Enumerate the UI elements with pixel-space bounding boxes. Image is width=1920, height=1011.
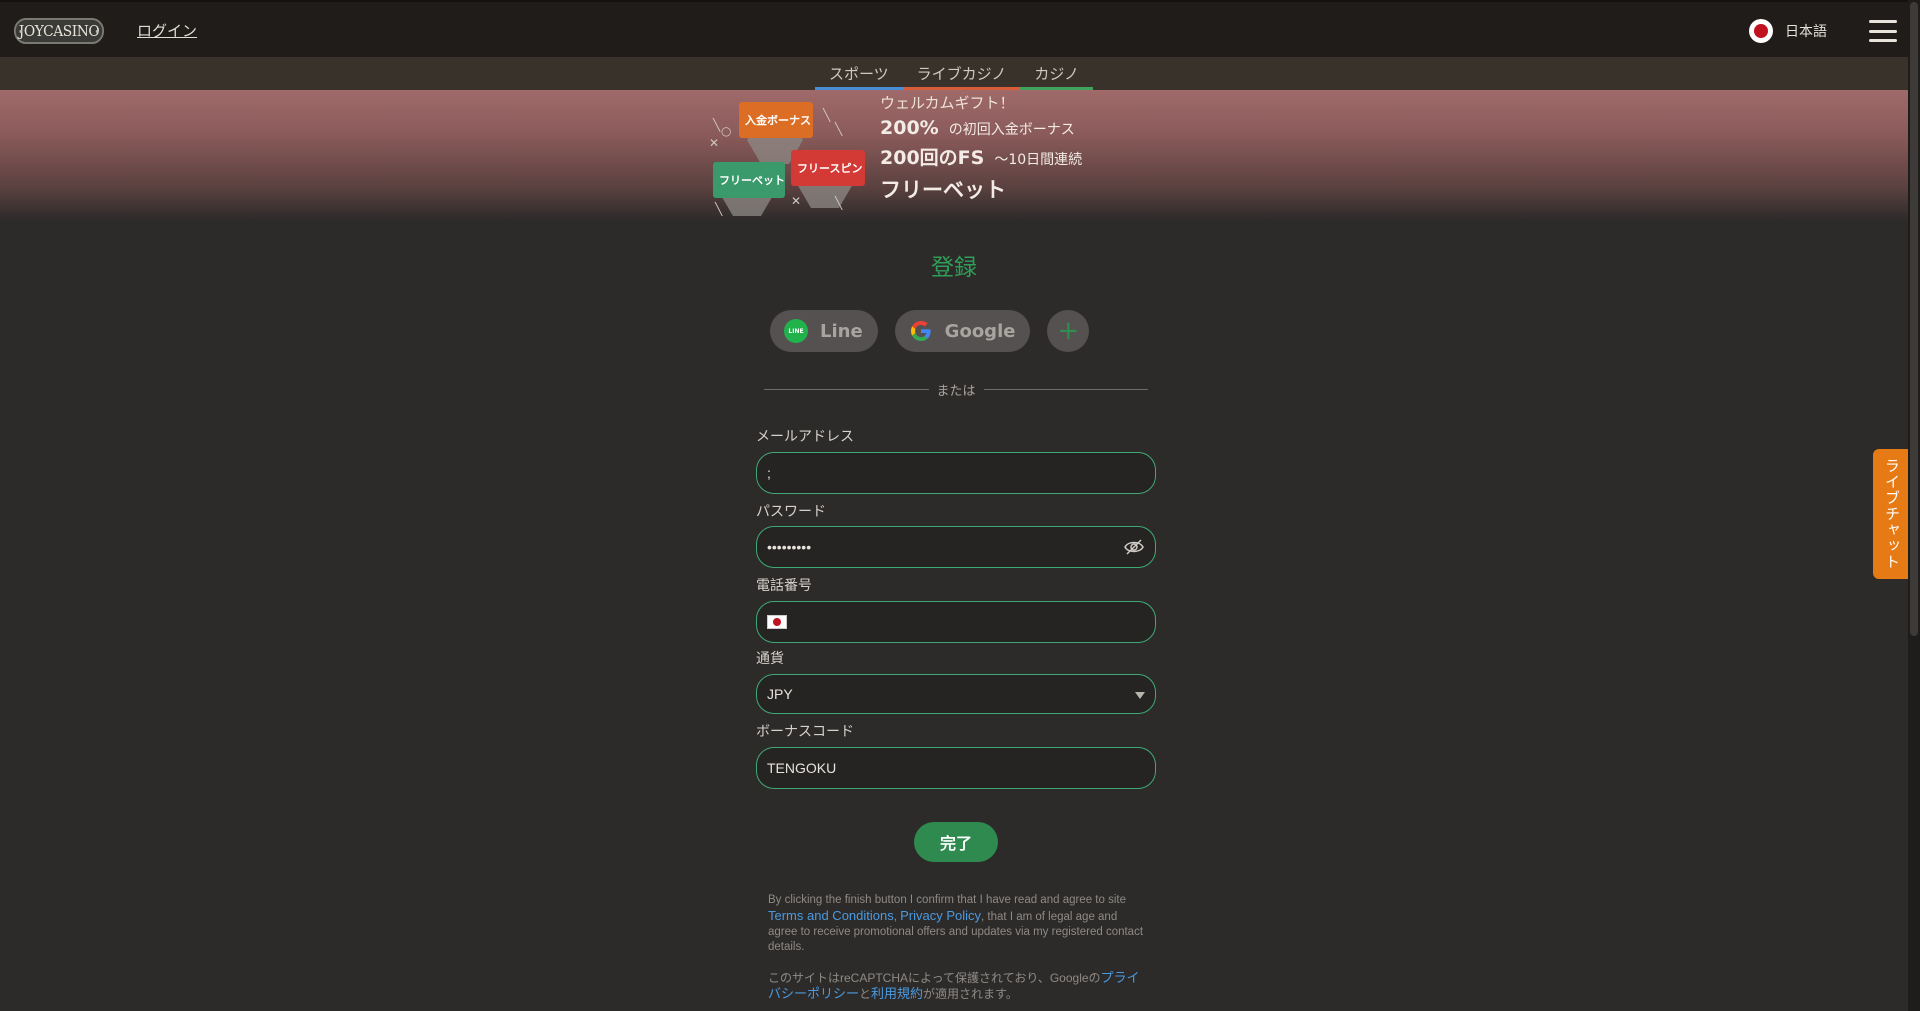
welcome-gift: ウェルカムギフト！ xyxy=(880,94,1015,112)
decor-mark: ✕ xyxy=(709,136,720,150)
recaptcha-text-part: このサイトはreCAPTCHAによって保護されており、Googleの xyxy=(768,971,1101,985)
bonus-percent-desc: の初回入金ボーナス xyxy=(948,122,1075,138)
logo[interactable]: JOYCASINO xyxy=(13,18,105,44)
phone-field[interactable] xyxy=(756,601,1156,643)
top-bar: JOYCASINO ログイン 日本語 xyxy=(0,0,1920,57)
free-spin-tag: フリースピン xyxy=(791,150,865,186)
currency-label: 通貨 xyxy=(756,651,784,667)
decor-mark: ○ xyxy=(721,124,732,138)
tab-live-casino[interactable]: ライブカジノ xyxy=(902,57,1021,90)
line-label: Line xyxy=(820,320,863,342)
bonus-code-label: ボーナスコード xyxy=(756,724,854,740)
tab-casino[interactable]: カジノ xyxy=(1020,57,1094,90)
decor-mark: ╲ xyxy=(713,118,721,132)
scrollbar[interactable] xyxy=(1908,0,1920,1011)
menu-icon[interactable] xyxy=(1869,20,1897,42)
line-icon: LINE xyxy=(784,319,808,343)
line-login-button[interactable]: LINE Line xyxy=(770,310,878,352)
bonus-code-field[interactable]: TENGOKU xyxy=(756,747,1156,789)
currency-select[interactable]: JPY xyxy=(756,674,1156,714)
live-chat-button[interactable]: ライブチャット xyxy=(1873,449,1912,579)
google-label: Google xyxy=(944,320,1016,342)
password-field[interactable]: ••••••••• xyxy=(756,526,1156,568)
email-field[interactable]: ; xyxy=(756,452,1156,494)
nav-tabs: スポーツ ライブカジノ カジノ xyxy=(0,57,1908,90)
free-bet-tag: フリーベット xyxy=(713,162,785,198)
decor-mark: ╲ xyxy=(715,202,723,216)
legal-text: By clicking the finish button I confirm … xyxy=(768,893,1148,955)
bonus-code-value: TENGOKU xyxy=(767,760,837,776)
decor-mark: ╲ xyxy=(823,108,831,122)
password-value: ••••••••• xyxy=(767,539,812,555)
google-login-button[interactable]: Google xyxy=(894,310,1031,352)
email-value: ; xyxy=(767,465,771,481)
decor-mark: ╲ xyxy=(835,196,843,210)
language-label: 日本語 xyxy=(1785,24,1827,40)
google-terms-link[interactable]: 利用規約 xyxy=(871,986,923,1001)
bonus-percent: 200% xyxy=(880,117,939,139)
or-label: または xyxy=(936,383,976,399)
currency-value: JPY xyxy=(767,686,793,702)
more-options-button[interactable]: + xyxy=(1047,310,1090,352)
language-selector[interactable]: 日本語 xyxy=(1749,19,1827,43)
caret-down-icon xyxy=(1135,692,1145,699)
social-login: LINE Line Google + xyxy=(770,310,1090,352)
live-chat-label: ライブチャット xyxy=(1883,458,1901,570)
japan-flag-icon[interactable] xyxy=(767,615,787,629)
decor-mark: ╲ xyxy=(835,122,843,136)
password-label: パスワード xyxy=(756,504,826,520)
recaptcha-notice: このサイトはreCAPTCHAによって保護されており、Googleのプライバシー… xyxy=(768,970,1148,1002)
finish-button[interactable]: 完了 xyxy=(914,822,998,862)
bonus-graphic: ╲ ✕ ○ ╲ ╲ ✕ ╲ ╲ 入金ボーナス フリーベット フリースピン xyxy=(705,98,865,216)
privacy-link[interactable]: Privacy Policy xyxy=(900,908,981,923)
page-title: 登録 xyxy=(931,255,977,281)
recaptcha-text-part: と xyxy=(859,987,872,1001)
bonus-text: ウェルカムギフト！ 200% の初回入金ボーナス 200回のFS ～10日間連続… xyxy=(880,92,1082,204)
free-spins: 200回のFS xyxy=(880,147,985,169)
japan-flag-icon xyxy=(1749,19,1773,43)
free-spins-desc: ～10日間連続 xyxy=(994,152,1083,168)
or-divider: または xyxy=(764,380,1149,399)
decor-mark: ✕ xyxy=(791,194,802,208)
free-bet-text: フリーベット xyxy=(880,178,1006,202)
deposit-bonus-tag: 入金ボーナス xyxy=(739,102,813,138)
eye-off-icon[interactable] xyxy=(1123,538,1145,556)
login-link[interactable]: ログイン xyxy=(137,20,197,41)
terms-link[interactable]: Terms and Conditions xyxy=(768,908,894,923)
phone-label: 電話番号 xyxy=(756,578,812,594)
tab-sports[interactable]: スポーツ xyxy=(814,57,903,90)
scroll-thumb[interactable] xyxy=(1910,2,1918,636)
recaptcha-text-part: が適用されます。 xyxy=(923,987,1018,1001)
legal-text-part: By clicking the finish button I confirm … xyxy=(768,894,1126,906)
email-label: メールアドレス xyxy=(756,429,854,445)
google-icon xyxy=(910,321,931,341)
